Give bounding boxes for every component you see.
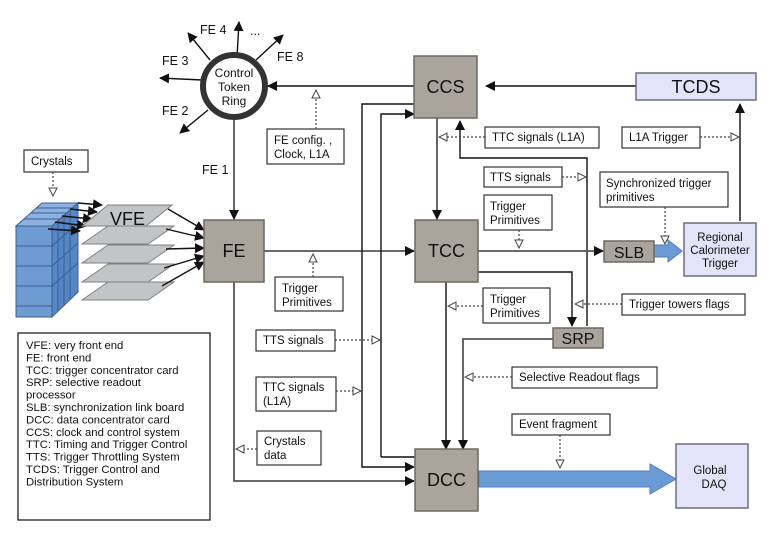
fe-block[interactable]: FE (203, 219, 265, 283)
slb-block[interactable]: SLB (603, 240, 655, 263)
rct-label-line2: Calorimeter (690, 245, 750, 257)
fe8-label: FE 8 (277, 50, 303, 64)
tp-tcc-in-line2: Primitives (490, 215, 540, 227)
ring-label-line1: Control (215, 66, 254, 80)
legend-entry: Distribution System (26, 476, 123, 488)
slb-label: SLB (614, 245, 644, 262)
rct-label-line3: Trigger (702, 258, 738, 270)
tp-fe-line1: Trigger (282, 283, 318, 295)
ccs-label: CCS (426, 77, 464, 97)
ring-to-fe3-line (187, 32, 211, 61)
fe1-label: FE 1 (202, 163, 228, 177)
rct-block[interactable]: Regional Calorimeter Trigger (683, 222, 757, 277)
fe4-label: FE 4 (200, 23, 226, 37)
legend-entry: TTS: Trigger Throttling System (26, 452, 180, 464)
rct-label-line1: Regional (697, 232, 742, 244)
daq-label-line2: DAQ (702, 479, 727, 491)
legend-entry: TCDS: Trigger Control and (26, 464, 160, 476)
tcds-label: TCDS (672, 77, 721, 97)
tcc-block[interactable]: TCC (414, 219, 479, 283)
fe3-label: FE 3 (162, 54, 188, 68)
ttc-signals-top-label: TTC signals (L1A) (492, 132, 585, 144)
srp-block[interactable]: SRP (552, 327, 604, 349)
ring-label-line2: Token (218, 80, 250, 94)
crystals-block-icon (14, 201, 80, 319)
tcds-block[interactable]: TCDS (635, 72, 757, 101)
legend-entry: TTC: Timing and Trigger Control (26, 439, 187, 451)
ttc-signals-bottom-line1: TTC signals (263, 382, 325, 394)
vfe-to-fe-arrow (165, 243, 205, 254)
trigger-towers-flags-label: Trigger towers flags (629, 299, 730, 311)
ring-more-label: ... (250, 24, 260, 38)
ring-to-fe4-line (233, 21, 244, 58)
ttc-signals-bottom-line2: (L1A) (263, 396, 291, 408)
crystals-label: Crystals (31, 156, 73, 168)
sync-tp-line2: primitives (606, 192, 655, 204)
dcc-to-ccs-line (380, 109, 415, 457)
fe-config-line2: Clock, L1A (274, 149, 330, 161)
vfe-to-fe-arrow (165, 228, 205, 241)
tts-signals-top-label: TTS signals (490, 172, 551, 184)
l1a-trigger-label: L1A Trigger (629, 132, 688, 144)
dcc-label: DCC (427, 470, 466, 490)
tp-tcc-out-line1: Trigger (490, 294, 526, 306)
fe-label: FE (222, 241, 245, 261)
fe2-label: FE 2 (162, 104, 188, 118)
selective-readout-flags-label: Selective Readout flags (519, 372, 640, 384)
srp-label: SRP (562, 331, 595, 348)
legend-entry: TCC: trigger concentrator card (26, 365, 179, 377)
daq-architecture-diagram: VFE Control Token Ring FE 3 FE 4 ... FE … (14, 21, 757, 521)
legend-entry: SLB: synchronization link board (26, 402, 184, 414)
legend-entry: CCS: clock and control system (26, 427, 180, 439)
legend-entry: processor (26, 390, 76, 402)
vfe-label: VFE (110, 209, 145, 229)
tts-signals-bottom-label: TTS signals (263, 335, 324, 347)
crystals-data-line2: data (264, 450, 287, 462)
tp-tcc-out-line2: Primitives (490, 308, 540, 320)
fe-config-line1: FE config. , (274, 135, 332, 147)
ccs-to-dcc-line (361, 103, 415, 472)
tp-fe-line2: Primitives (282, 297, 332, 309)
legend-entry: VFE: very front end (26, 340, 123, 352)
tcc-label: TCC (428, 241, 465, 261)
legend-entry: SRP: selective readout (26, 377, 142, 389)
ring-label-line3: Ring (222, 94, 247, 108)
ring-to-fe3b-line (159, 73, 203, 84)
sync-tp-line1: Synchronized trigger (606, 178, 712, 190)
tp-tcc-in-line1: Trigger (490, 201, 526, 213)
global-daq-block[interactable]: Global DAQ (675, 443, 749, 509)
crystal-to-vfe-arrow (77, 199, 103, 210)
crystals-data-line1: Crystals (264, 436, 306, 448)
event-fragment-label: Event fragment (519, 419, 598, 431)
dcc-to-daq-arrow (478, 463, 678, 495)
legend-entry: DCC: data concentrator card (26, 414, 170, 426)
slb-to-rct-arrow (653, 238, 683, 264)
daq-label-line1: Global (693, 465, 726, 477)
control-token-ring[interactable]: Control Token Ring (200, 52, 268, 120)
ccs-block[interactable]: CCS (413, 55, 478, 119)
legend-entry: FE: front end (26, 352, 91, 364)
dcc-block[interactable]: DCC (414, 448, 479, 512)
